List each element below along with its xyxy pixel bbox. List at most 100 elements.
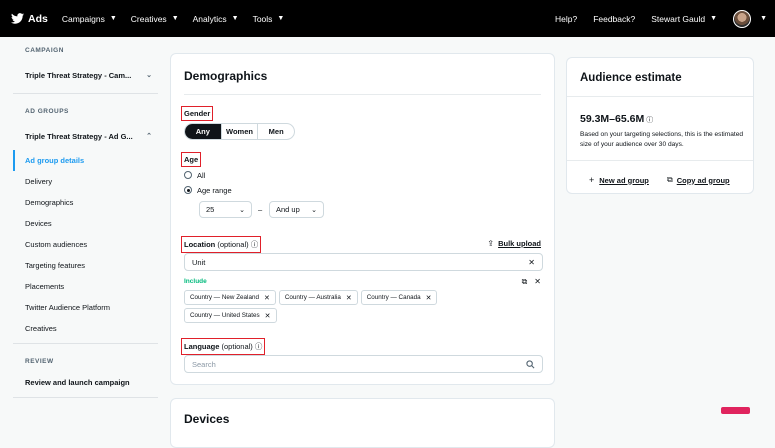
bulk-upload-label: Bulk upload [498, 239, 541, 248]
sidebar-item-twitter-audience-platform[interactable]: Twitter Audience Platform [13, 297, 158, 318]
chevron-down-icon[interactable]: ▼ [760, 15, 767, 22]
remove-icon[interactable]: ✕ [346, 294, 352, 302]
demographics-card: Demographics Gender Any Women Men Age Al… [170, 53, 555, 385]
nav-campaigns-label: Campaigns [61, 13, 105, 24]
divider [567, 96, 753, 97]
twitter-ads-logo[interactable]: Ads [11, 13, 48, 25]
age-to-select[interactable]: And up ⌄ [269, 201, 324, 218]
sidebar-item-placements[interactable]: Placements [13, 276, 158, 297]
location-search-input[interactable]: Unit ✕ [184, 253, 543, 271]
top-navigation-bar: Ads Campaigns ▼ Creatives ▼ Analytics ▼ Too… [0, 0, 775, 37]
chevron-down-icon: ⌄ [146, 72, 152, 79]
gender-option-women[interactable]: Women [220, 124, 258, 139]
age-all-label: All [197, 170, 206, 180]
age-range-label: Age range [197, 185, 232, 195]
nav-creatives-label: Creatives [130, 13, 167, 24]
remove-icon[interactable]: ✕ [264, 294, 270, 302]
audience-size-range: 59.3M–65.6M ⓘ [580, 113, 653, 125]
chevron-down-icon: ▼ [109, 15, 117, 22]
new-ad-group-button[interactable]: + New ad group [589, 175, 649, 185]
language-search-input[interactable]: Search [184, 355, 543, 373]
remove-icon[interactable]: ✕ [426, 294, 432, 302]
nav-tools-label: Tools [252, 13, 273, 24]
bulk-upload-button[interactable]: ⇪ Bulk upload [487, 239, 541, 248]
chevron-down-icon: ▼ [231, 15, 239, 22]
campaign-selector[interactable]: Triple Threat Strategy - Cam... ⌄ [13, 61, 158, 89]
language-search-placeholder: Search [192, 359, 216, 369]
top-right-menu: Help? Feedback? Stewart Gauld ▼ ▼ [555, 9, 767, 28]
radio-selected-icon [184, 186, 192, 194]
divider [184, 94, 541, 95]
devices-title: Devices [184, 412, 230, 426]
sidebar: CAMPAIGN Triple Threat Strategy - Cam...… [13, 37, 158, 402]
location-chip: Country — Canada ✕ [360, 290, 438, 305]
ad-group-selector[interactable]: Triple Threat Strategy - Ad G... ⌃ [13, 122, 158, 150]
brand-name: Ads [28, 12, 48, 25]
chip-label: Country — Australia [284, 294, 341, 301]
info-icon[interactable]: ⓘ [646, 117, 653, 124]
help-link[interactable]: Help? [555, 14, 577, 24]
sidebar-item-targeting-features[interactable]: Targeting features [13, 255, 158, 276]
location-label: Location (optional) ⓘ [180, 236, 262, 253]
gender-label: Gender [180, 106, 214, 121]
chip-label: Country — United States [190, 312, 260, 319]
chevron-down-icon: ⌄ [239, 206, 245, 214]
gender-option-any[interactable]: Any [185, 124, 221, 139]
account-menu[interactable]: Stewart Gauld ▼ [651, 14, 717, 24]
age-range-separator: – [258, 205, 263, 214]
radio-icon [184, 171, 192, 179]
gender-option-men[interactable]: Men [257, 124, 294, 139]
new-ad-group-label: New ad group [599, 175, 649, 185]
nav-campaigns[interactable]: Campaigns ▼ [62, 14, 117, 24]
divider [567, 160, 753, 161]
twitter-bird-icon [11, 13, 24, 24]
age-label: Age [180, 152, 202, 167]
copy-icon: ⧉ [667, 175, 673, 184]
ad-group-name: Triple Threat Strategy - Ad G... [25, 131, 133, 141]
divider [13, 397, 158, 398]
location-optional-text: (optional) [217, 240, 249, 249]
sidebar-item-custom-audiences[interactable]: Custom audiences [13, 234, 158, 255]
feedback-link[interactable]: Feedback? [593, 14, 635, 24]
location-chip-list: Country — New Zealand ✕ Country — Austral… [184, 290, 484, 323]
age-range-radio[interactable]: Age range [184, 183, 232, 197]
upload-icon: ⇪ [487, 239, 495, 248]
age-all-radio[interactable]: All [184, 168, 205, 182]
clear-icon[interactable]: ✕ [528, 258, 535, 267]
remove-icon[interactable]: ✕ [265, 312, 271, 320]
chevron-down-icon: ⌄ [311, 206, 317, 214]
age-from-select[interactable]: 25 ⌄ [199, 201, 252, 218]
info-icon[interactable]: ⓘ [255, 342, 263, 351]
location-chip: Country — United States ✕ [184, 308, 277, 323]
youtube-subscribe-badge-icon [721, 407, 750, 414]
nav-creatives[interactable]: Creatives ▼ [131, 14, 179, 24]
age-to-value: And up [276, 205, 300, 214]
copy-icon[interactable]: ⧉ [522, 277, 528, 287]
divider [13, 93, 158, 94]
avatar[interactable] [733, 9, 752, 28]
location-chip: Country — Australia ✕ [278, 290, 358, 305]
info-icon[interactable]: ⓘ [251, 240, 259, 249]
plus-icon: + [589, 175, 595, 185]
sidebar-item-ad-group-details[interactable]: Ad group details [13, 150, 158, 171]
review-section-header: REVIEW [25, 358, 54, 365]
demographics-title: Demographics [184, 69, 268, 83]
language-label-text: Language [184, 342, 220, 351]
sidebar-item-review-and-launch[interactable]: Review and launch campaign [13, 372, 158, 393]
chip-label: Country — New Zealand [190, 294, 259, 301]
nav-analytics[interactable]: Analytics ▼ [193, 14, 239, 24]
sidebar-item-delivery[interactable]: Delivery [13, 171, 158, 192]
chevron-down-icon: ▼ [277, 15, 285, 22]
copy-ad-group-label: Copy ad group [676, 175, 730, 185]
copy-ad-group-button[interactable]: ⧉ Copy ad group [667, 175, 730, 185]
sidebar-item-demographics[interactable]: Demographics [13, 192, 158, 213]
nav-tools[interactable]: Tools ▼ [253, 14, 285, 24]
chip-label: Country — Canada [366, 294, 421, 301]
audience-range-value: 59.3M–65.6M [580, 113, 645, 125]
include-actions: ⧉ ✕ [522, 277, 541, 287]
sidebar-item-devices[interactable]: Devices [13, 213, 158, 234]
chevron-down-icon: ▼ [171, 15, 179, 22]
close-icon[interactable]: ✕ [534, 277, 541, 287]
search-icon [526, 359, 535, 368]
sidebar-item-creatives[interactable]: Creatives [13, 318, 158, 339]
